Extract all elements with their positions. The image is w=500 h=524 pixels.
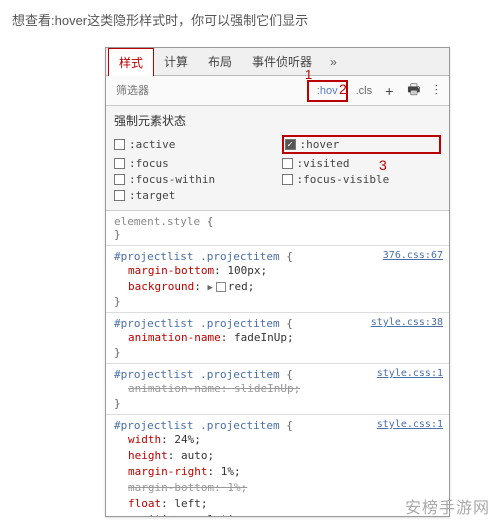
selector: #projectlist .projectitem bbox=[114, 368, 280, 381]
prop-name[interactable]: animation-name bbox=[128, 382, 221, 395]
prop-name[interactable]: height bbox=[128, 449, 168, 462]
prop-value[interactable]: 100px bbox=[227, 264, 260, 277]
prop-name[interactable]: position bbox=[128, 513, 181, 517]
caption-text: 想查看:hover这类隐形样式时，你可以强制它们显示 bbox=[0, 0, 500, 39]
prop-value[interactable]: left bbox=[174, 497, 201, 510]
state-label: :target bbox=[129, 189, 175, 202]
checkbox-focus-visible[interactable] bbox=[282, 174, 293, 185]
selector: element.style bbox=[114, 215, 200, 228]
state-focus-within[interactable]: :focus-within bbox=[114, 173, 274, 186]
state-label: :hover bbox=[300, 138, 340, 151]
checkbox-visited[interactable] bbox=[282, 158, 293, 169]
state-label: :focus bbox=[129, 157, 169, 170]
state-visited[interactable]: :visited bbox=[282, 157, 442, 170]
prop-name[interactable]: width bbox=[128, 433, 161, 446]
color-swatch[interactable] bbox=[216, 282, 226, 292]
css-rule[interactable]: #projectlist .projectitem { style.css:1 … bbox=[106, 364, 449, 415]
prop-name[interactable]: margin-bottom bbox=[128, 264, 214, 277]
css-rule[interactable]: #projectlist .projectitem { style.css:1 … bbox=[106, 415, 449, 517]
css-rule[interactable]: #projectlist .projectitem { style.css:38… bbox=[106, 313, 449, 364]
source-link[interactable]: style.css:1 bbox=[377, 419, 443, 430]
css-rules-list: element.style { } #projectlist .projecti… bbox=[106, 211, 449, 517]
checkbox-hover[interactable]: ✓ bbox=[285, 139, 296, 150]
annotation-1: 1 bbox=[305, 67, 312, 82]
prop-value[interactable]: 24% bbox=[174, 433, 194, 446]
prop-name[interactable]: background bbox=[128, 280, 194, 293]
force-states-panel: 强制元素状态 :active ✓ :hover :focus :visited … bbox=[106, 106, 449, 211]
tab-layout[interactable]: 布局 bbox=[198, 48, 242, 75]
prop-value[interactable]: red bbox=[228, 280, 248, 293]
state-hover[interactable]: ✓ :hover bbox=[282, 135, 442, 154]
annotation-2: 2 bbox=[339, 81, 347, 97]
tab-computed[interactable]: 计算 bbox=[154, 48, 198, 75]
prop-value[interactable]: 1% bbox=[221, 465, 234, 478]
selector: #projectlist .projectitem bbox=[114, 317, 280, 330]
prop-value[interactable]: relative bbox=[194, 513, 247, 517]
state-label: :focus-visible bbox=[297, 173, 390, 186]
state-focus[interactable]: :focus bbox=[114, 157, 274, 170]
tabs-overflow-icon[interactable]: » bbox=[322, 51, 345, 73]
styles-toolbar: :hov .cls + 🖶 ⫶ bbox=[106, 76, 449, 106]
print-icon[interactable]: 🖶 bbox=[402, 77, 425, 105]
checkbox-target[interactable] bbox=[114, 190, 125, 201]
state-label: :active bbox=[129, 138, 175, 151]
source-link[interactable]: 376.css:67 bbox=[383, 250, 443, 261]
inline-style-rule[interactable]: element.style { } bbox=[106, 211, 449, 246]
prop-name[interactable]: float bbox=[128, 497, 161, 510]
cls-toggle[interactable]: .cls bbox=[352, 83, 377, 99]
css-rule[interactable]: #projectlist .projectitem { 376.css:67 m… bbox=[106, 246, 449, 313]
expand-icon[interactable]: ▶ bbox=[207, 282, 212, 295]
devtools-tabs: 样式 计算 布局 事件侦听器 » bbox=[106, 48, 449, 76]
state-label: :focus-within bbox=[129, 173, 215, 186]
more-icon[interactable]: ⫶ bbox=[430, 80, 444, 101]
prop-value[interactable]: fadeInUp bbox=[234, 331, 287, 344]
prop-name[interactable]: margin-right bbox=[128, 465, 207, 478]
prop-name[interactable]: animation-name bbox=[128, 331, 221, 344]
selector: #projectlist .projectitem bbox=[114, 250, 280, 263]
annotation-3: 3 bbox=[379, 157, 387, 173]
checkbox-active[interactable] bbox=[114, 139, 125, 150]
watermark: 安榜手游网 bbox=[405, 494, 490, 518]
checkbox-focus[interactable] bbox=[114, 158, 125, 169]
prop-name[interactable]: margin-bottom bbox=[128, 481, 214, 494]
new-rule-icon[interactable]: + bbox=[380, 81, 398, 101]
devtools-panel: 样式 计算 布局 事件侦听器 » :hov .cls + 🖶 ⫶ 强制元素状态 … bbox=[105, 47, 450, 517]
state-label: :visited bbox=[297, 157, 350, 170]
state-focus-visible[interactable]: :focus-visible bbox=[282, 173, 442, 186]
checkbox-focus-within[interactable] bbox=[114, 174, 125, 185]
force-states-title: 强制元素状态 bbox=[114, 112, 441, 129]
state-target[interactable]: :target bbox=[114, 189, 274, 202]
tab-styles[interactable]: 样式 bbox=[108, 48, 154, 76]
source-link[interactable]: style.css:38 bbox=[371, 317, 443, 328]
filter-input[interactable] bbox=[112, 83, 262, 99]
prop-value[interactable]: slideInUp bbox=[234, 382, 294, 395]
prop-value[interactable]: auto bbox=[181, 449, 208, 462]
source-link[interactable]: style.css:1 bbox=[377, 368, 443, 379]
selector: #projectlist .projectitem bbox=[114, 419, 280, 432]
state-active[interactable]: :active bbox=[114, 135, 274, 154]
prop-value[interactable]: 1% bbox=[227, 481, 240, 494]
